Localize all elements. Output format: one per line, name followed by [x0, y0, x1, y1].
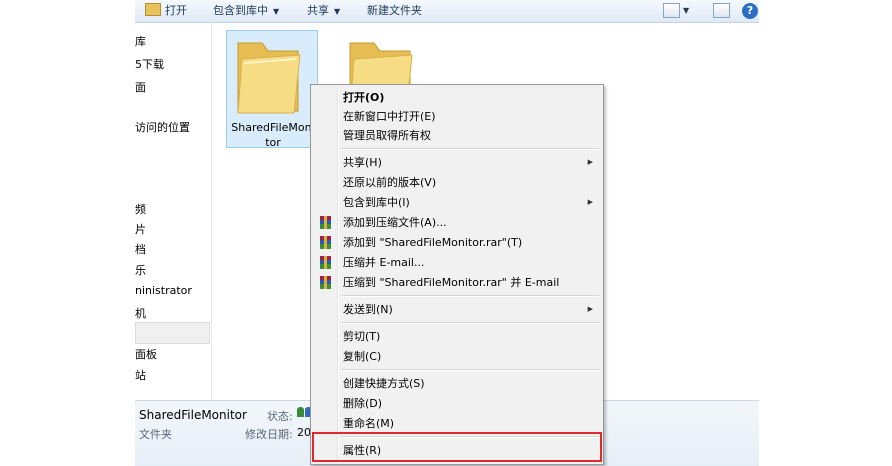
toolbar-include-library-button[interactable]: 包含到库中 ▼	[213, 3, 279, 19]
toolbar-share-button[interactable]: 共享 ▼	[307, 3, 340, 19]
submenu-arrow-icon: ▶	[587, 158, 593, 166]
details-type: 文件夹	[139, 428, 172, 441]
nav-item-desktop[interactable]: 面	[135, 79, 146, 95]
menu-item-create-shortcut[interactable]: 创建快捷方式(S)	[313, 374, 601, 393]
preview-pane-icon[interactable]	[713, 3, 730, 18]
menu-item-copy[interactable]: 复制(C)	[313, 347, 601, 366]
nav-item-documents[interactable]: 档	[135, 241, 146, 257]
chevron-down-icon: ▼	[273, 7, 280, 16]
details-status-label: 状态:	[267, 410, 293, 423]
menu-item-restore-versions[interactable]: 还原以前的版本(V)	[313, 173, 601, 192]
menu-item-include-library[interactable]: 包含到库中(I) ▶	[313, 193, 601, 212]
menu-item-share[interactable]: 共享(H) ▶	[313, 153, 601, 172]
menu-item-open[interactable]: 打开(O)	[313, 88, 601, 107]
folder-name-line2: tor	[265, 136, 281, 149]
help-icon[interactable]: ?	[742, 3, 758, 19]
nav-item-computer[interactable]: 机	[135, 305, 146, 321]
menu-separator	[341, 295, 599, 297]
menu-item-send-to[interactable]: 发送到(N) ▶	[313, 300, 601, 319]
folder-icon	[237, 42, 301, 114]
nav-item-library[interactable]: 库	[135, 33, 146, 49]
toolbar-new-folder-button[interactable]: 新建文件夹	[367, 3, 422, 19]
menu-separator	[341, 148, 599, 150]
chevron-down-icon[interactable]: ▼	[683, 6, 689, 15]
nav-item-music[interactable]: 乐	[135, 262, 146, 278]
folder-open-icon	[145, 3, 161, 16]
details-modified-label: 修改日期:	[245, 428, 293, 441]
menu-item-compress-email[interactable]: 压缩并 E-mail...	[313, 253, 601, 272]
nav-item-videos[interactable]: 频	[135, 201, 146, 217]
menu-separator	[341, 369, 599, 371]
nav-item-downloads[interactable]: 5下载	[135, 56, 164, 72]
folder-name-line1: SharedFileMoni	[231, 121, 315, 134]
winrar-icon	[320, 236, 331, 249]
properties-highlight-box	[312, 432, 602, 462]
menu-item-add-to-rar[interactable]: 添加到 "SharedFileMonitor.rar"(T)	[313, 233, 601, 252]
menu-separator	[341, 322, 599, 324]
nav-item-recycle-bin[interactable]: 站	[135, 367, 146, 383]
nav-item-pictures[interactable]: 片	[135, 221, 146, 237]
nav-item-control-panel[interactable]: 面板	[135, 346, 157, 362]
menu-item-take-ownership[interactable]: 管理员取得所有权	[313, 126, 601, 145]
submenu-arrow-icon: ▶	[587, 198, 593, 206]
menu-item-cut[interactable]: 剪切(T)	[313, 327, 601, 346]
toolbar-open-button[interactable]: 打开	[145, 3, 187, 19]
details-name: SharedFileMonitor	[139, 408, 247, 422]
menu-item-delete[interactable]: 删除(D)	[313, 394, 601, 413]
menu-item-open-new-window[interactable]: 在新窗口中打开(E)	[313, 107, 601, 126]
menu-item-add-archive[interactable]: 添加到压缩文件(A)...	[313, 213, 601, 232]
winrar-icon	[320, 256, 331, 269]
menu-item-compress-rar-email[interactable]: 压缩到 "SharedFileMonitor.rar" 并 E-mail	[313, 273, 601, 292]
command-bar: 打开 包含到库中 ▼ 共享 ▼ 新建文件夹 ▼ ?	[135, 0, 759, 23]
nav-selected-highlight	[135, 322, 210, 344]
view-options-icon[interactable]	[663, 3, 680, 18]
chevron-down-icon: ▼	[334, 7, 341, 16]
submenu-arrow-icon: ▶	[587, 305, 593, 313]
menu-item-rename[interactable]: 重命名(M)	[313, 414, 601, 433]
navigation-pane: 库 5下载 面 访问的位置 频 片 档 乐 ninistrator 机 面板 站	[135, 23, 212, 400]
nav-item-administrator[interactable]: ninistrator	[135, 284, 192, 297]
winrar-icon	[320, 276, 331, 289]
winrar-icon	[320, 216, 331, 229]
context-menu: 打开(O) 在新窗口中打开(E) 管理员取得所有权 共享(H) ▶ 还原以前的版本…	[310, 84, 604, 465]
nav-item-recent-places[interactable]: 访问的位置	[135, 119, 190, 135]
